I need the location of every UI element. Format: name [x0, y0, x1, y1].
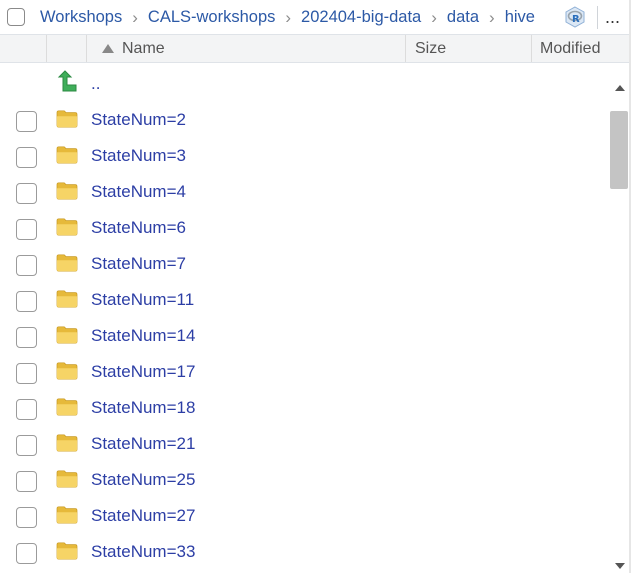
row-checkbox[interactable]: [16, 435, 37, 456]
row-checkbox[interactable]: [16, 543, 37, 564]
folder-name-link[interactable]: StateNum=2: [91, 102, 186, 138]
file-row[interactable]: StateNum=33: [0, 534, 608, 570]
row-checkbox[interactable]: [16, 399, 37, 420]
sort-ascending-icon: [102, 44, 114, 53]
file-row[interactable]: StateNum=17: [0, 354, 608, 390]
file-row[interactable]: StateNum=21: [0, 426, 608, 462]
file-row[interactable]: StateNum=25: [0, 462, 608, 498]
folder-name-link[interactable]: StateNum=18: [91, 390, 195, 426]
folder-name-link[interactable]: StateNum=17: [91, 354, 195, 390]
header-icon-column: [46, 35, 87, 62]
column-header: Name Size Modified: [0, 35, 631, 63]
breadcrumb-item-workshops[interactable]: Workshops: [40, 8, 122, 27]
folder-name-link[interactable]: StateNum=3: [91, 138, 186, 174]
folder-name-link[interactable]: StateNum=25: [91, 462, 195, 498]
more-options-button[interactable]: ...: [605, 7, 620, 28]
folder-icon: [56, 290, 78, 308]
breadcrumb-item-cals-workshops[interactable]: CALS-workshops: [148, 8, 275, 27]
folder-icon: [56, 182, 78, 200]
row-checkbox[interactable]: [16, 219, 37, 240]
modified-column-label: Modified: [540, 40, 601, 57]
folder-icon: [56, 506, 78, 524]
name-column-header[interactable]: Name: [86, 35, 406, 62]
file-row[interactable]: StateNum=14: [0, 318, 608, 354]
folder-icon: [56, 110, 78, 128]
row-checkbox[interactable]: [16, 471, 37, 492]
scroll-up-arrow-icon[interactable]: [615, 85, 625, 91]
breadcrumb-separator: ›: [285, 7, 292, 27]
breadcrumb-item-hive[interactable]: hive: [505, 8, 535, 27]
folder-icon: [56, 254, 78, 272]
svg-text:R: R: [572, 14, 580, 25]
file-row[interactable]: StateNum=4: [0, 174, 608, 210]
folder-icon: [56, 542, 78, 560]
folder-icon: [56, 398, 78, 416]
file-row[interactable]: StateNum=18: [0, 390, 608, 426]
file-row[interactable]: StateNum=6: [0, 210, 608, 246]
folder-name-link[interactable]: StateNum=21: [91, 426, 195, 462]
parent-directory-row[interactable]: ..: [0, 66, 608, 102]
breadcrumb-item-data[interactable]: data: [447, 8, 479, 27]
row-checkbox[interactable]: [16, 183, 37, 204]
folder-name-link[interactable]: StateNum=33: [91, 534, 195, 570]
size-column-label: Size: [415, 40, 447, 57]
file-row[interactable]: StateNum=7: [0, 246, 608, 282]
folder-icon: [56, 326, 78, 344]
row-checkbox[interactable]: [16, 291, 37, 312]
breadcrumb-item-202404-big-data[interactable]: 202404-big-data: [301, 8, 421, 27]
folder-name-link[interactable]: StateNum=27: [91, 498, 195, 534]
r-project-icon[interactable]: R: [564, 6, 586, 28]
modified-column-header[interactable]: Modified: [531, 35, 631, 62]
scroll-down-arrow-icon[interactable]: [615, 563, 625, 569]
file-row[interactable]: StateNum=2: [0, 102, 608, 138]
file-list: .. StateNum=2 StateNum=3 StateNum=4 StateNu…: [0, 63, 608, 573]
folder-icon: [56, 146, 78, 164]
vertical-scrollbar[interactable]: [608, 63, 631, 573]
breadcrumb-separator: ›: [132, 7, 138, 27]
select-all-checkbox[interactable]: [7, 8, 25, 26]
scrollbar-thumb[interactable]: [610, 111, 628, 189]
header-check-column: [0, 35, 47, 62]
row-checkbox[interactable]: [16, 111, 37, 132]
folder-name-link[interactable]: StateNum=7: [91, 246, 186, 282]
row-checkbox[interactable]: [16, 507, 37, 528]
folder-icon: [56, 218, 78, 236]
breadcrumb-separator: ›: [489, 7, 495, 27]
folder-icon: [56, 434, 78, 452]
row-checkbox[interactable]: [16, 147, 37, 168]
toolbar-divider: [597, 6, 598, 29]
folder-icon: [56, 470, 78, 488]
row-checkbox[interactable]: [16, 363, 37, 384]
name-column-label: Name: [122, 40, 165, 57]
file-row[interactable]: StateNum=3: [0, 138, 608, 174]
parent-directory-link[interactable]: ..: [91, 66, 100, 102]
breadcrumb: Workshops › CALS-workshops › 202404-big-…: [40, 0, 535, 35]
folder-name-link[interactable]: StateNum=14: [91, 318, 195, 354]
row-checkbox[interactable]: [16, 327, 37, 348]
file-row[interactable]: StateNum=11: [0, 282, 608, 318]
file-row[interactable]: StateNum=27: [0, 498, 608, 534]
folder-name-link[interactable]: StateNum=6: [91, 210, 186, 246]
folder-name-link[interactable]: StateNum=11: [91, 282, 194, 318]
row-checkbox[interactable]: [16, 255, 37, 276]
folder-name-link[interactable]: StateNum=4: [91, 174, 186, 210]
breadcrumb-separator: ›: [431, 7, 437, 27]
folder-icon: [56, 362, 78, 380]
size-column-header[interactable]: Size: [405, 35, 532, 62]
breadcrumb-bar: Workshops › CALS-workshops › 202404-big-…: [0, 0, 631, 35]
up-arrow-icon: [57, 70, 77, 92]
